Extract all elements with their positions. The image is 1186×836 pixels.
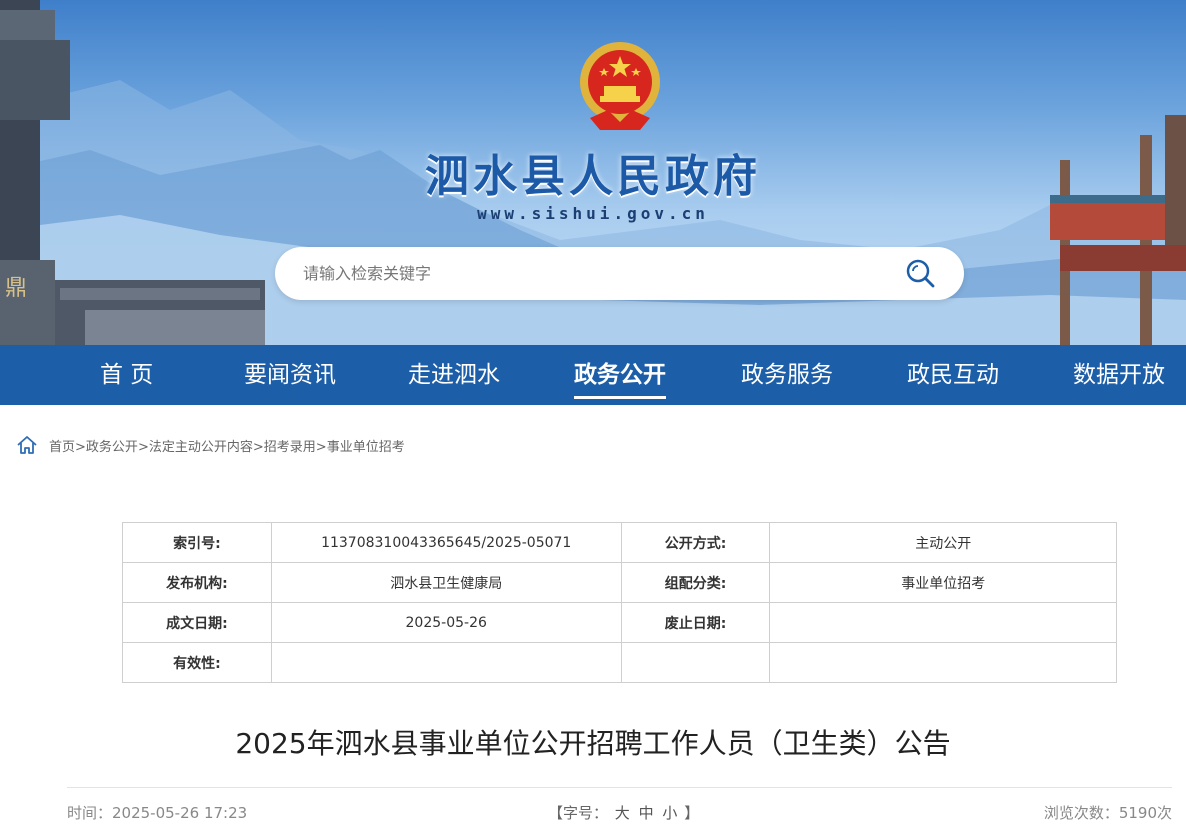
view-count: 浏览次数：5190次 — [1043, 804, 1172, 822]
font-size-large-button[interactable]: 大 — [615, 804, 630, 822]
info-label — [620, 642, 771, 683]
table-row: 发布机构: 泗水县卫生健康局 组配分类: 事业单位招考 — [122, 562, 1117, 603]
info-label: 公开方式: — [620, 522, 771, 563]
info-label: 索引号: — [122, 522, 272, 563]
info-value — [769, 642, 1117, 683]
national-emblem-icon — [580, 42, 660, 130]
site-title: 泗水县人民政府 — [425, 151, 761, 202]
nav-item-home[interactable]: 首 页 — [100, 345, 153, 405]
svg-text:鼎: 鼎 — [5, 276, 27, 301]
nav-item-gov-affairs[interactable]: 政务公开 — [574, 345, 666, 405]
search-input[interactable] — [303, 247, 883, 300]
nav-item-interaction[interactable]: 政民互动 — [907, 345, 999, 405]
info-label: 成文日期: — [122, 602, 272, 643]
table-row: 索引号: 113708310043365645/2025-05071 公开方式:… — [122, 522, 1117, 563]
breadcrumb-item[interactable]: 法定主动公开内容 — [149, 440, 253, 455]
divider — [67, 787, 1172, 788]
nav-item-services[interactable]: 政务服务 — [741, 345, 833, 405]
info-value: 113708310043365645/2025-05071 — [270, 522, 622, 563]
table-row: 成文日期: 2025-05-26 废止日期: — [122, 602, 1117, 643]
search-icon[interactable] — [904, 257, 936, 289]
info-value: 事业单位招考 — [769, 562, 1117, 603]
nav-item-news[interactable]: 要闻资讯 — [244, 345, 336, 405]
font-size-switcher: 【字号： 大 中 小 】 — [548, 802, 699, 823]
font-size-suffix: 】 — [684, 804, 700, 822]
document-info-table: 索引号: 113708310043365645/2025-05071 公开方式:… — [122, 522, 1117, 683]
breadcrumb-item[interactable]: 招考录用 — [264, 440, 316, 455]
font-size-prefix: 【字号： — [548, 804, 609, 822]
site-url: www.sishui.gov.cn — [477, 204, 709, 223]
info-value — [270, 642, 622, 683]
breadcrumb-separator: > — [252, 439, 264, 455]
breadcrumb-item[interactable]: 政务公开 — [86, 440, 138, 455]
info-label: 有效性: — [122, 642, 272, 683]
publish-time: 时间：2025-05-26 17:23 — [67, 804, 248, 822]
search-bar — [275, 247, 964, 300]
font-size-medium-button[interactable]: 中 — [639, 804, 654, 822]
info-value: 泗水县卫生健康局 — [270, 562, 622, 603]
home-icon[interactable] — [16, 434, 38, 456]
breadcrumb-separator: > — [75, 439, 86, 455]
main-nav: 首 页 要闻资讯 走进泗水 政务公开 政务服务 政民互动 数据开放 — [0, 345, 1186, 405]
font-size-small-button[interactable]: 小 — [662, 804, 677, 822]
info-value — [769, 602, 1117, 643]
breadcrumb-links: 首页>政务公开>法定主动公开内容>招考录用>事业单位招考 — [49, 436, 405, 455]
header-banner: 鼎 泗水县人民政府 www.sishui.gov.cn — [0, 0, 1186, 345]
breadcrumb-separator: > — [315, 439, 327, 455]
breadcrumb-item[interactable]: 首页 — [49, 440, 75, 455]
info-label: 发布机构: — [122, 562, 272, 603]
nav-item-open-data[interactable]: 数据开放 — [1073, 345, 1165, 405]
info-value: 2025-05-26 — [270, 602, 622, 643]
table-row: 有效性: — [122, 642, 1117, 683]
info-value: 主动公开 — [769, 522, 1117, 563]
info-label: 组配分类: — [620, 562, 771, 603]
breadcrumb-separator: > — [137, 439, 149, 455]
breadcrumb-item[interactable]: 事业单位招考 — [327, 440, 405, 455]
info-label: 废止日期: — [620, 602, 771, 643]
breadcrumb: 首页>政务公开>法定主动公开内容>招考录用>事业单位招考 — [16, 434, 405, 456]
nav-item-about[interactable]: 走进泗水 — [408, 345, 500, 405]
article-title: 2025年泗水县事业单位公开招聘工作人员（卫生类）公告 — [235, 727, 951, 760]
